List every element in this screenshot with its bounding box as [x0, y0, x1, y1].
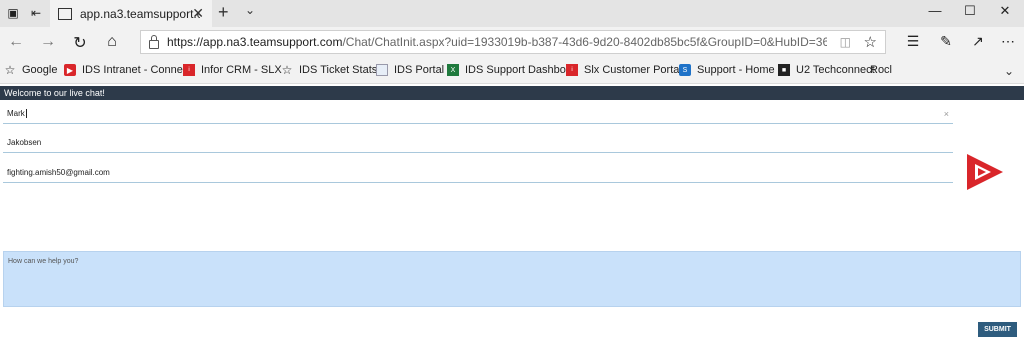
message-placeholder: How can we help you? — [8, 258, 79, 265]
last-name-field[interactable]: Jakobsen — [3, 133, 953, 153]
favorite-rocl[interactable]: Rocl — [870, 64, 892, 76]
chevron-down-icon[interactable]: ⌄ — [1004, 64, 1014, 78]
page-icon — [58, 7, 72, 20]
chevron-down-icon[interactable]: ⌄ — [245, 3, 255, 17]
favorites-hub-icon[interactable]: ☰ — [903, 33, 923, 50]
clear-icon[interactable]: × — [944, 104, 949, 124]
refresh-icon[interactable]: ↻ — [70, 33, 90, 53]
infor-icon: i — [183, 64, 195, 76]
address-bar[interactable]: https://app.na3.teamsupport.com/Chat/Cha… — [140, 30, 886, 54]
more-icon[interactable]: ⋯ — [998, 33, 1018, 50]
maximize-icon[interactable]: ☐ — [960, 3, 980, 19]
first-name-field[interactable]: Mark × — [3, 104, 953, 124]
minimize-icon[interactable]: — — [925, 3, 945, 18]
favorite-ids-portal[interactable]: IDS Portal — [376, 64, 444, 76]
back-icon[interactable]: ← — [6, 33, 26, 51]
favorite-google[interactable]: ☆ Google — [4, 63, 58, 77]
favorite-ids-intranet[interactable]: ▶ IDS Intranet - Connec — [64, 64, 188, 76]
favorite-ids-support-dashboard[interactable]: X IDS Support Dashboa — [447, 64, 572, 76]
ids-logo-icon — [967, 154, 1003, 190]
new-tab-icon[interactable]: + — [218, 2, 229, 23]
url-text: https://app.na3.teamsupport.com/Chat/Cha… — [167, 35, 827, 49]
favorites-bar: ☆ Google ▶ IDS Intranet - Connec i Infor… — [0, 59, 1024, 84]
tab-actions-icon[interactable]: ▣ — [4, 4, 22, 22]
star-icon: ☆ — [281, 63, 293, 77]
lock-icon — [149, 34, 159, 49]
ids-logo-icon: ▶ — [64, 64, 76, 76]
tab-title: app.na3.teamsupport.cc — [80, 6, 200, 21]
home-icon[interactable]: ⌂ — [102, 33, 122, 51]
navigation-bar: ← → ↻ ⌂ https://app.na3.teamsupport.com/… — [0, 27, 1024, 59]
text-caret — [25, 109, 27, 119]
forward-icon[interactable]: → — [38, 33, 58, 51]
message-textarea[interactable]: How can we help you? — [3, 251, 1021, 307]
sharepoint-icon: S — [679, 64, 691, 76]
favorite-star-icon[interactable]: ☆ — [864, 33, 877, 51]
reading-view-icon[interactable]: ◫ — [840, 35, 851, 49]
favorite-u2-techconnect[interactable]: ■ U2 Techconnect — [778, 64, 875, 76]
chat-header: Welcome to our live chat! — [0, 86, 1024, 100]
u2-icon: ■ — [778, 64, 790, 76]
close-window-icon[interactable]: ✕ — [995, 3, 1015, 19]
favorite-support-home[interactable]: S Support - Home — [679, 64, 775, 76]
excel-icon: X — [447, 64, 459, 76]
tab-strip: ▣ ⇤ app.na3.teamsupport.cc ✕ + ⌄ — ☐ ✕ — [0, 0, 1024, 27]
browser-tab[interactable]: app.na3.teamsupport.cc ✕ — [50, 0, 212, 27]
set-aside-tabs-icon[interactable]: ⇤ — [27, 4, 45, 22]
star-icon: ☆ — [4, 63, 16, 77]
share-icon[interactable]: ↗ — [968, 33, 988, 50]
infor-icon: i — [566, 64, 578, 76]
document-icon — [376, 64, 388, 76]
favorite-ids-ticket-stats[interactable]: ☆ IDS Ticket Stats — [281, 63, 378, 77]
close-tab-icon[interactable]: ✕ — [192, 5, 204, 22]
submit-button[interactable]: SUBMIT — [978, 322, 1017, 337]
favorite-infor-crm[interactable]: i Infor CRM - SLX — [183, 64, 282, 76]
web-note-icon[interactable]: ✎ — [936, 33, 956, 50]
favorite-slx-customer-portal[interactable]: i Slx Customer Portal — [566, 64, 682, 76]
email-field[interactable]: fighting.amish50@gmail.com — [3, 163, 953, 183]
